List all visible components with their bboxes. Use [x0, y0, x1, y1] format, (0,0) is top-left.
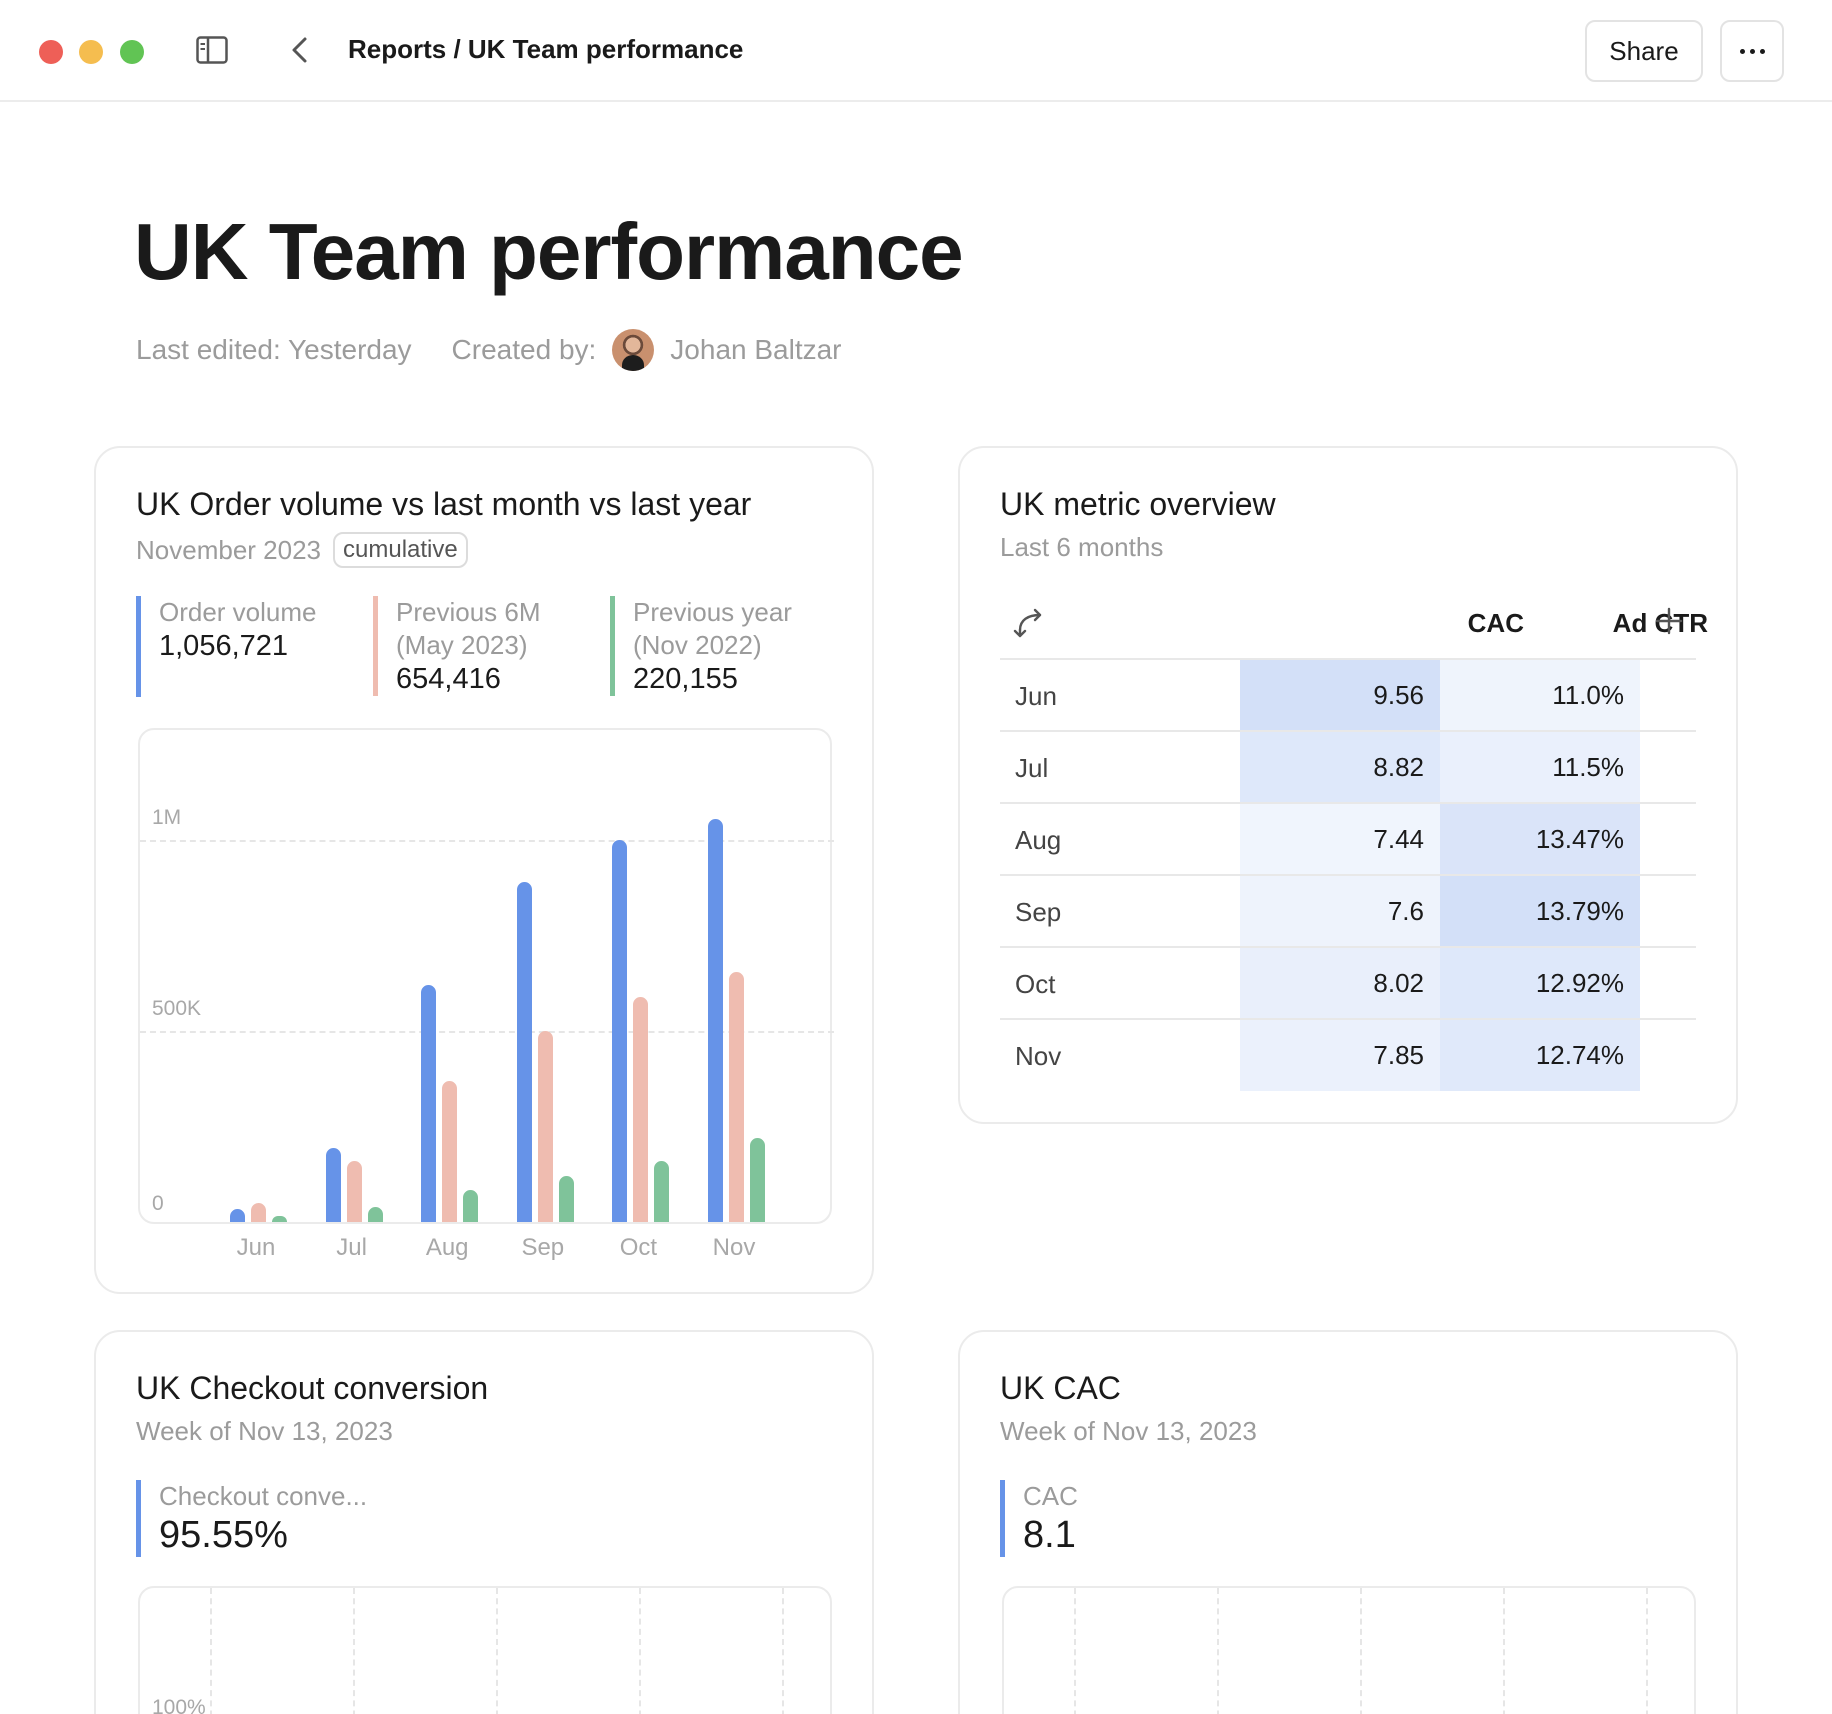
cell-ad-ctr[interactable]: 12.92% — [1440, 948, 1640, 1019]
card-title: UK metric overview — [1000, 486, 1276, 522]
cell-cac[interactable]: 8.02 — [1240, 948, 1440, 1019]
bar-jul-series-3[interactable] — [367, 1206, 383, 1222]
x-tick-label: Oct — [619, 1234, 658, 1261]
bar-jun-series-3[interactable] — [272, 1216, 287, 1222]
cell-cac[interactable]: 8.82 — [1240, 732, 1440, 803]
kpi-previous-year: Previous year (Nov 2022) 220,155 — [610, 596, 792, 696]
cell-ad-ctr[interactable]: 13.79% — [1440, 876, 1640, 947]
ellipsis-icon — [1739, 48, 1745, 54]
kpi-cac: CAC 8.1 — [1000, 1480, 1078, 1557]
checkout-conversion-card[interactable]: UK Checkout conversion Week of Nov 13, 2… — [94, 1330, 874, 1714]
cac-card[interactable]: UK CAC Week of Nov 13, 2023 CAC 8.1 — [958, 1330, 1738, 1714]
sidebar-toggle-icon[interactable] — [196, 36, 228, 64]
title-bar: Reports / UK Team performance Share — [0, 0, 1832, 102]
table-row[interactable]: Jun 9.56 11.0% — [1000, 658, 1696, 731]
row-month: Jun — [1015, 681, 1057, 711]
x-tick-label: Nov — [712, 1234, 756, 1261]
minimize-window-button[interactable] — [79, 40, 103, 64]
bar-nov-series-2[interactable] — [729, 972, 744, 1222]
card-title: UK Checkout conversion — [136, 1370, 489, 1406]
close-window-button[interactable] — [39, 40, 63, 64]
kpi-previous-6m: Previous 6M (May 2023) 654,416 — [373, 596, 541, 696]
bar-jul-series-2[interactable] — [346, 1160, 362, 1222]
cell-ad-ctr[interactable]: 12.74% — [1440, 1020, 1640, 1091]
kpi-checkout-conversion: Checkout conve... 95.55% — [136, 1480, 367, 1557]
y-tick-label: 500K — [152, 997, 202, 1021]
order-volume-chart[interactable]: 0 500K 1M — [138, 728, 834, 1224]
bar-sep-series-2[interactable] — [537, 1031, 553, 1222]
author-name[interactable]: Johan Baltzar — [670, 334, 841, 366]
bar-oct-series-2[interactable] — [633, 996, 649, 1222]
bar-sep-series-3[interactable] — [558, 1176, 574, 1222]
table-row[interactable]: Nov 7.85 12.74% — [1000, 1018, 1696, 1091]
card-subtitle: Week of Nov 13, 2023 — [136, 1416, 393, 1446]
bar-aug-series-3[interactable] — [463, 1189, 479, 1222]
card-subtitle: November 2023 — [136, 534, 321, 565]
row-month: Aug — [1015, 825, 1062, 855]
bar-nov-series-3[interactable] — [750, 1137, 765, 1222]
order-volume-card[interactable]: UK Order volume vs last month vs last ye… — [94, 446, 874, 1294]
swap-rows-columns-icon[interactable] — [1012, 608, 1046, 640]
row-month: Sep — [1015, 897, 1062, 927]
bar-jun-series-1[interactable] — [230, 1208, 245, 1222]
page-title: UK Team performance — [134, 207, 964, 296]
add-column-icon[interactable] — [1654, 606, 1684, 636]
bar-aug-series-2[interactable] — [442, 1080, 458, 1222]
maximize-window-button[interactable] — [120, 40, 144, 64]
cell-cac[interactable]: 7.85 — [1240, 1020, 1440, 1091]
y-tick-label: 100% — [152, 1696, 206, 1714]
x-tick-label: Sep — [521, 1234, 565, 1261]
created-by-label: Created by: — [451, 334, 597, 365]
bar-oct-series-1[interactable] — [612, 840, 628, 1222]
cell-cac[interactable]: 7.44 — [1240, 804, 1440, 875]
card-subtitle: Week of Nov 13, 2023 — [1000, 1416, 1257, 1446]
column-header-cac[interactable]: CAC — [1316, 608, 1524, 639]
card-title: UK Order volume vs last month vs last ye… — [136, 486, 752, 522]
bar-jun-series-2[interactable] — [251, 1202, 266, 1222]
cell-ad-ctr[interactable]: 11.0% — [1440, 660, 1640, 731]
bar-oct-series-3[interactable] — [654, 1160, 670, 1222]
row-month: Jul — [1015, 753, 1049, 783]
bar-jul-series-1[interactable] — [325, 1147, 341, 1222]
x-tick-label: Jun — [236, 1234, 276, 1261]
avatar[interactable] — [612, 329, 655, 371]
y-tick-label: 0 — [152, 1192, 164, 1215]
chevron-left-icon[interactable] — [288, 34, 312, 66]
card-title: UK CAC — [1000, 1370, 1121, 1406]
cell-cac[interactable]: 9.56 — [1240, 660, 1440, 731]
cumulative-badge[interactable]: cumulative — [333, 532, 468, 568]
checkout-conversion-chart[interactable]: 100% — [138, 1586, 832, 1714]
cell-cac[interactable]: 7.6 — [1240, 876, 1440, 947]
table-row[interactable]: Oct 8.02 12.92% — [1000, 946, 1696, 1019]
metric-overview-card[interactable]: UK metric overview Last 6 months CAC Ad … — [958, 446, 1738, 1124]
gridline — [140, 840, 834, 843]
breadcrumb[interactable]: Reports / UK Team performance — [348, 34, 743, 65]
row-month: Oct — [1015, 969, 1056, 999]
share-button[interactable]: Share — [1585, 20, 1703, 82]
card-subtitle: Last 6 months — [1000, 532, 1164, 562]
last-edited-label: Last edited: Yesterday — [136, 334, 412, 365]
row-month: Nov — [1015, 1041, 1062, 1071]
x-tick-label: Aug — [425, 1234, 469, 1261]
bar-nov-series-1[interactable] — [708, 818, 723, 1222]
cell-ad-ctr[interactable]: 13.47% — [1440, 804, 1640, 875]
table-row[interactable]: Sep 7.6 13.79% — [1000, 874, 1696, 947]
table-row[interactable]: Jul 8.82 11.5% — [1000, 730, 1696, 803]
table-row[interactable]: Aug 7.44 13.47% — [1000, 802, 1696, 875]
kpi-order-volume: Order volume 1,056,721 — [136, 596, 317, 697]
x-tick-label: Jul — [336, 1234, 367, 1261]
more-options-button[interactable] — [1720, 20, 1784, 82]
bar-sep-series-1[interactable] — [516, 882, 532, 1222]
bar-aug-series-1[interactable] — [421, 985, 437, 1222]
cell-ad-ctr[interactable]: 11.5% — [1440, 732, 1640, 803]
cac-chart[interactable] — [1002, 1586, 1696, 1714]
y-tick-label: 1M — [152, 806, 182, 830]
page-meta: Last edited: Yesterday Created by: Johan… — [136, 329, 842, 371]
